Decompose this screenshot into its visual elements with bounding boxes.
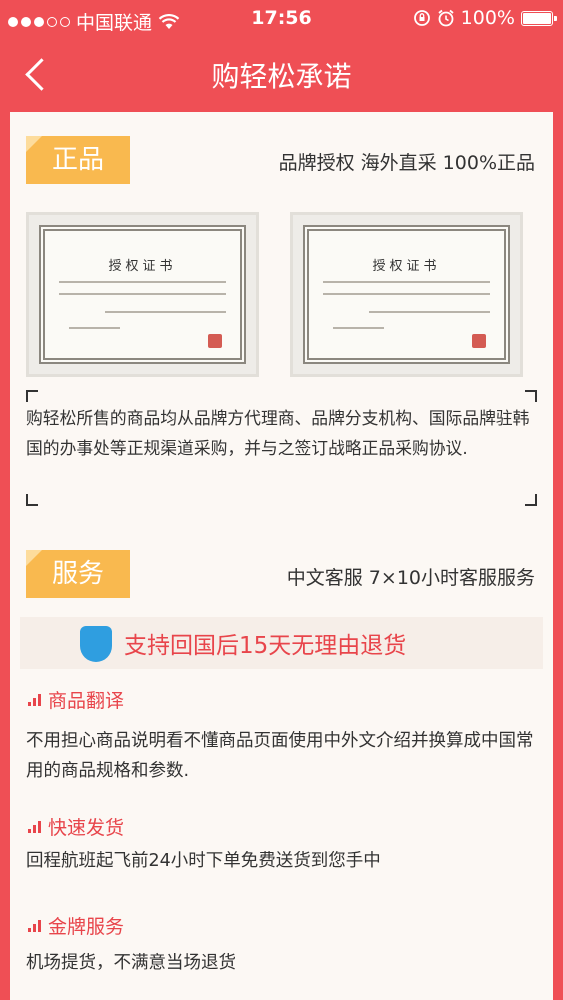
bracket-corner	[26, 494, 38, 506]
certificate-text-line	[59, 293, 226, 295]
bracket-corner	[525, 390, 537, 402]
feature-title: 金牌服务	[28, 912, 124, 939]
certificate-image: 授权证书	[26, 212, 259, 377]
certificate-seal	[208, 334, 222, 348]
bracket-corner	[525, 494, 537, 506]
return-policy-text: 支持回国后15天无理由退货	[124, 633, 407, 659]
service-tag-label: 服务	[51, 559, 104, 589]
certificate-text-line	[323, 293, 490, 295]
status-right: 100%	[413, 7, 557, 29]
signal-bars-icon	[28, 693, 41, 706]
certificate-image: 授权证书	[290, 212, 523, 377]
service-tag: 服务	[26, 550, 130, 598]
signal-bars-icon	[28, 919, 41, 932]
authentic-tag: 正品	[26, 136, 130, 184]
feature-title: 快速发货	[28, 813, 124, 840]
authentic-subtitle: 品牌授权 海外直采 100%正品	[278, 152, 535, 174]
return-policy-banner: 支持回国后15天无理由退货	[20, 617, 543, 669]
orientation-lock-icon	[413, 10, 430, 26]
page-title: 购轻松承诺	[211, 60, 352, 93]
alarm-clock-icon	[438, 9, 454, 27]
navigation-bar: 购轻松承诺	[0, 38, 563, 112]
feature-description: 不用担心商品说明看不懂商品页面使用中外文介绍并换算成中国常用的商品规格和参数.	[26, 731, 534, 781]
authentic-description: 购轻松所售的商品均从品牌方代理商、品牌分支机构、国际品牌驻韩国的办事处等正规渠道…	[26, 408, 530, 458]
battery-percent: 100%	[460, 7, 515, 29]
certificate-seal	[472, 334, 486, 348]
service-subtitle: 中文客服 7×10小时客服服务	[286, 567, 535, 589]
certificate-text-line	[323, 281, 490, 283]
feature-title: 商品翻译	[28, 686, 124, 713]
bracket-corner	[26, 390, 38, 402]
signal-bars-icon	[28, 820, 41, 833]
certificate-frame: 授权证书	[39, 225, 246, 364]
authentic-tag-label: 正品	[51, 145, 104, 175]
feature-description: 机场提货，不满意当场退货	[26, 953, 236, 973]
certificate-text-line	[59, 281, 226, 283]
certificate-text-line	[369, 311, 490, 313]
feature-title-label: 快速发货	[48, 817, 125, 839]
certificate-text-line	[69, 327, 120, 329]
certificate-text-line	[333, 327, 384, 329]
certificate-title: 授权证书	[372, 259, 441, 274]
feature-title-label: 金牌服务	[48, 916, 125, 938]
status-bar: 中国联通 17:56 100%	[0, 0, 563, 38]
certificate-title: 授权证书	[108, 259, 177, 274]
certificate-frame: 授权证书	[303, 225, 510, 364]
feature-description: 回程航班起飞前24小时下单免费送货到您手中	[26, 851, 381, 871]
shield-icon	[80, 626, 112, 662]
content-panel: 正品 品牌授权 海外直采 100%正品 授权证书 授权证书 购轻松所售的商品均从…	[10, 112, 553, 1000]
certificate-text-line	[105, 311, 226, 313]
battery-icon	[521, 10, 557, 26]
feature-title-label: 商品翻译	[48, 690, 125, 712]
